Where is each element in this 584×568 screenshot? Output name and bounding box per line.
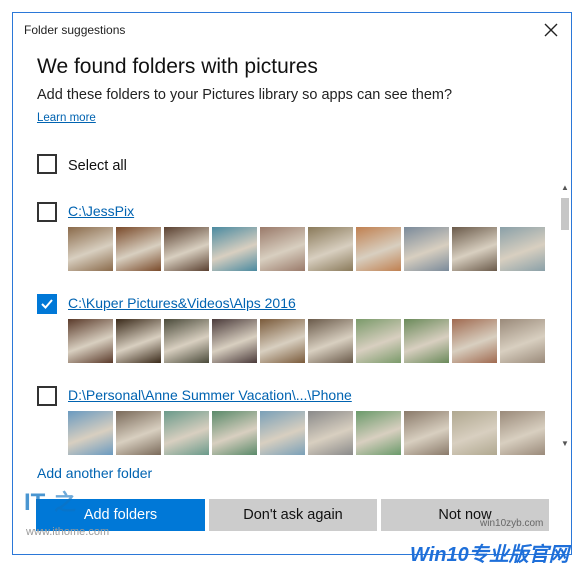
photo-thumbnail bbox=[212, 411, 257, 455]
svg-text:之: 之 bbox=[54, 490, 76, 515]
dont-ask-again-button[interactable]: Don't ask again bbox=[209, 499, 377, 531]
photo-thumbnail bbox=[500, 319, 545, 363]
photo-thumbnail bbox=[452, 319, 497, 363]
learn-more-link[interactable]: Learn more bbox=[37, 112, 96, 124]
photo-thumbnail bbox=[404, 411, 449, 455]
folder-link-3[interactable]: D:\Personal\Anne Summer Vacation\...\Pho… bbox=[68, 387, 352, 403]
photo-thumbnail bbox=[164, 227, 209, 271]
win10zyb-watermark: win10zyb.com bbox=[480, 518, 544, 529]
folder-checkbox-2[interactable] bbox=[37, 294, 57, 314]
folder-thumbnails-3 bbox=[68, 411, 545, 455]
folder-checkbox-3[interactable] bbox=[37, 386, 57, 406]
folder-link-2[interactable]: C:\Kuper Pictures&Videos\Alps 2016 bbox=[68, 295, 296, 311]
folder-link-1[interactable]: C:\JessPix bbox=[68, 203, 134, 219]
photo-thumbnail bbox=[500, 411, 545, 455]
scrollbar-thumb[interactable] bbox=[561, 198, 569, 230]
add-another-folder-link[interactable]: Add another folder bbox=[37, 465, 152, 481]
photo-thumbnail bbox=[68, 319, 113, 363]
photo-thumbnail bbox=[452, 411, 497, 455]
scroll-down-icon[interactable]: ▼ bbox=[559, 438, 571, 450]
photo-thumbnail bbox=[308, 319, 353, 363]
select-all-checkbox[interactable] bbox=[37, 154, 57, 174]
photo-thumbnail bbox=[308, 411, 353, 455]
photo-thumbnail bbox=[212, 319, 257, 363]
description-text: Add these folders to your Pictures libra… bbox=[37, 87, 453, 103]
photo-thumbnail bbox=[452, 227, 497, 271]
photo-thumbnail bbox=[404, 227, 449, 271]
photo-thumbnail bbox=[68, 411, 113, 455]
ithome-logo: IT 之 bbox=[22, 488, 82, 516]
folder-list-scrollbar[interactable]: ▲ ▼ bbox=[559, 182, 571, 450]
photo-thumbnail bbox=[116, 411, 161, 455]
close-icon[interactable] bbox=[540, 19, 562, 41]
folder-thumbnails-2 bbox=[68, 319, 545, 363]
photo-thumbnail bbox=[356, 411, 401, 455]
scroll-up-icon[interactable]: ▲ bbox=[559, 182, 571, 194]
photo-thumbnail bbox=[164, 319, 209, 363]
dialog-title: Folder suggestions bbox=[24, 23, 126, 37]
photo-thumbnail bbox=[500, 227, 545, 271]
svg-text:IT: IT bbox=[24, 489, 46, 516]
photo-thumbnail bbox=[260, 319, 305, 363]
select-all-label[interactable]: Select all bbox=[68, 158, 127, 174]
folder-suggestions-dialog: Folder suggestions We found folders with… bbox=[12, 12, 572, 555]
folder-thumbnails-1 bbox=[68, 227, 545, 271]
photo-thumbnail bbox=[116, 227, 161, 271]
photo-thumbnail bbox=[212, 227, 257, 271]
page-title: We found folders with pictures bbox=[37, 55, 318, 78]
photo-thumbnail bbox=[356, 319, 401, 363]
folder-checkbox-1[interactable] bbox=[37, 202, 57, 222]
ithome-watermark: www.ithome.com bbox=[26, 526, 110, 538]
photo-thumbnail bbox=[68, 227, 113, 271]
photo-thumbnail bbox=[356, 227, 401, 271]
photo-thumbnail bbox=[404, 319, 449, 363]
photo-thumbnail bbox=[308, 227, 353, 271]
photo-thumbnail bbox=[164, 411, 209, 455]
photo-thumbnail bbox=[116, 319, 161, 363]
photo-thumbnail bbox=[260, 411, 305, 455]
win10-brand-watermark: Win10专业版官网 bbox=[410, 544, 569, 566]
photo-thumbnail bbox=[260, 227, 305, 271]
